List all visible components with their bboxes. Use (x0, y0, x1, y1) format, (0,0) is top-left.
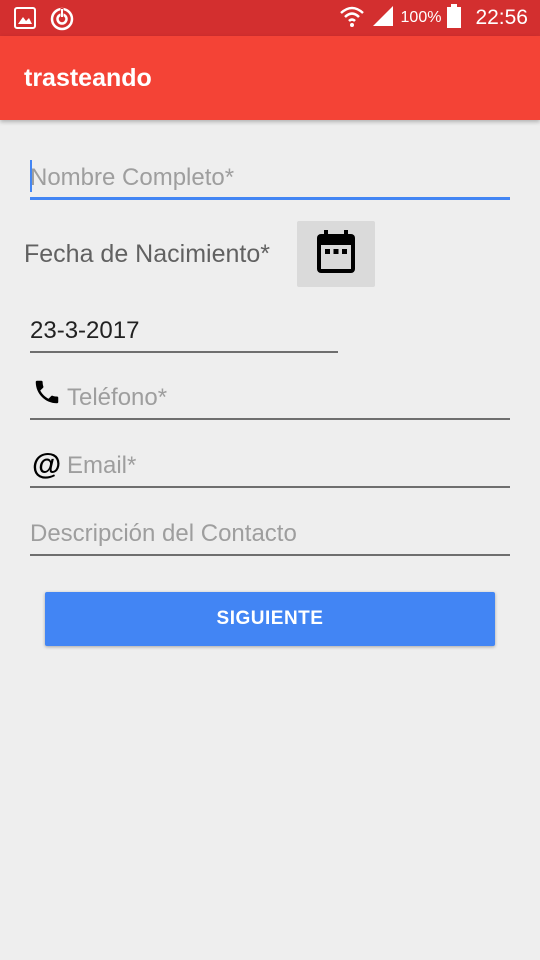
wifi-icon (339, 4, 365, 33)
app-bar: trasteando (0, 36, 540, 120)
sync-icon (50, 7, 74, 36)
fecha-nacimiento-field[interactable]: 23-3-2017 (30, 313, 338, 353)
phone-icon (32, 377, 62, 412)
descripcion-contacto-placeholder: Descripción del Contacto (30, 520, 297, 547)
fecha-nacimiento-value: 23-3-2017 (30, 317, 140, 344)
calendar-icon (315, 229, 357, 280)
at-icon: @ (32, 448, 62, 481)
signal-icon (371, 4, 395, 33)
battery-percent: 100% (400, 9, 442, 26)
calendar-button[interactable] (297, 221, 375, 287)
email-field[interactable]: @ Email* (30, 448, 510, 488)
fecha-nacimiento-underline (30, 351, 338, 353)
app-title: trasteando (24, 64, 152, 92)
status-bar: 100% 22:56 (0, 0, 540, 36)
telefono-underline (30, 418, 510, 420)
telefono-placeholder: Teléfono* (67, 384, 168, 411)
email-underline (30, 486, 510, 488)
telefono-field[interactable]: Teléfono* (30, 380, 510, 420)
descripcion-contacto-field[interactable]: Descripción del Contacto (30, 516, 510, 556)
gallery-icon (14, 7, 36, 36)
clock: 22:56 (475, 6, 528, 29)
battery-icon (447, 3, 462, 33)
nombre-completo-placeholder: Nombre Completo* (30, 164, 235, 191)
email-placeholder: Email* (67, 452, 137, 479)
nombre-completo-field[interactable]: Nombre Completo* (30, 160, 510, 200)
fecha-nacimiento-label: Fecha de Nacimiento* (24, 240, 270, 268)
siguiente-button[interactable]: SIGUIENTE (45, 592, 495, 646)
nombre-completo-underline (30, 197, 510, 200)
descripcion-contacto-underline (30, 554, 510, 556)
